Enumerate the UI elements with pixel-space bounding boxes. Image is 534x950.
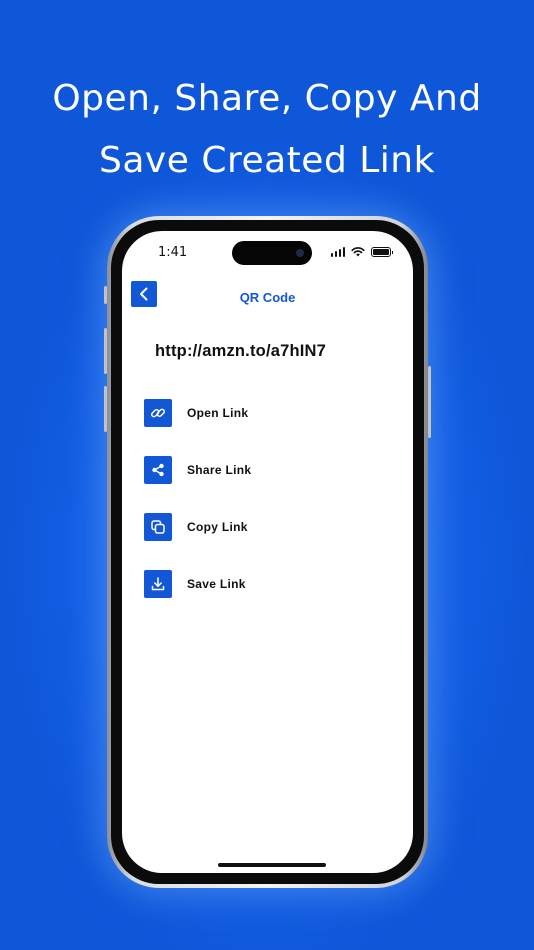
front-camera-icon [296, 249, 304, 257]
page-title: QR Code [239, 290, 296, 305]
open-link-label: Open Link [187, 406, 249, 420]
cellular-signal-icon [330, 247, 345, 257]
copy-link-label: Copy Link [187, 520, 248, 534]
copy-link-button[interactable]: Copy Link [144, 513, 251, 541]
phone-power-button [428, 366, 431, 438]
phone-volume-up-button [104, 328, 107, 374]
link-url-text: http://amzn.to/a7hIN7 [155, 342, 327, 360]
link-icon [144, 399, 172, 427]
download-icon [144, 570, 172, 598]
dynamic-island [232, 241, 312, 265]
home-indicator[interactable] [218, 863, 326, 867]
link-actions-list: Open Link Share Link Copy Link Save Link [144, 399, 251, 627]
status-icons [330, 247, 393, 257]
phone-bezel: 1:41 QR Code http://amzn.to/a7hIN7 Open … [111, 220, 424, 884]
battery-icon [371, 247, 393, 257]
phone-screen: 1:41 QR Code http://amzn.to/a7hIN7 Open … [122, 231, 413, 873]
phone-volume-down-button [104, 386, 107, 432]
status-time: 1:41 [158, 245, 188, 260]
save-link-button[interactable]: Save Link [144, 570, 251, 598]
copy-icon [144, 513, 172, 541]
status-bar: 1:41 [122, 231, 413, 275]
nav-bar: QR Code [122, 271, 413, 311]
open-link-button[interactable]: Open Link [144, 399, 251, 427]
share-link-label: Share Link [187, 463, 252, 477]
wifi-icon [351, 247, 365, 257]
phone-frame: 1:41 QR Code http://amzn.to/a7hIN7 Open … [104, 216, 431, 888]
share-link-button[interactable]: Share Link [144, 456, 251, 484]
phone-action-button [104, 286, 107, 304]
save-link-label: Save Link [187, 577, 246, 591]
share-icon [144, 456, 172, 484]
promo-headline: Open, Share, Copy And Save Created Link [52, 78, 482, 181]
